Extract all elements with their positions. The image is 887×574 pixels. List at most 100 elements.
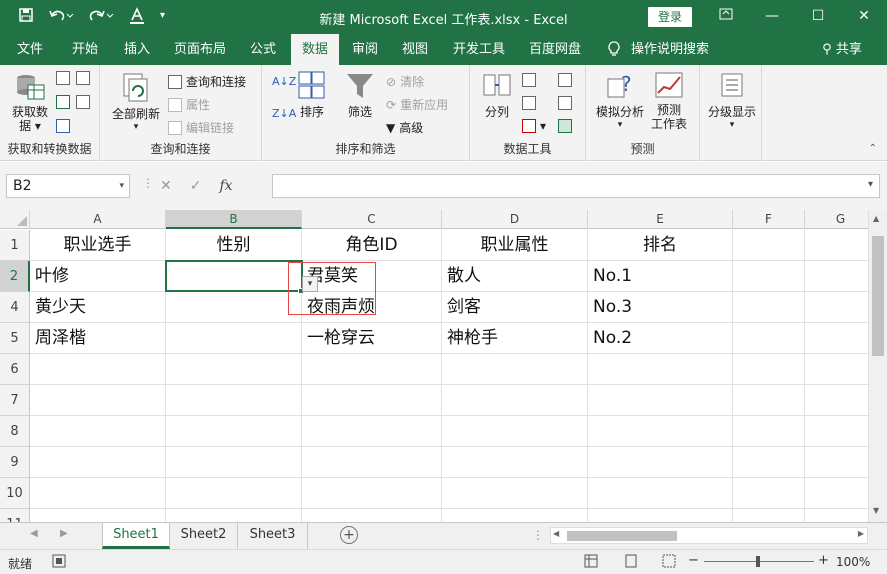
expand-formula-icon[interactable]: ▾ [868, 179, 873, 190]
zoom-level[interactable]: 100% [836, 555, 870, 569]
sheet-tab-sheet3[interactable]: Sheet3 [238, 523, 308, 549]
what-if-analysis-button[interactable]: ? 模拟分析 ▾ [592, 71, 648, 130]
cell-c10[interactable] [302, 478, 442, 509]
outline-button[interactable]: 分级显示 ▾ [704, 71, 760, 130]
cell-d8[interactable] [442, 416, 588, 447]
row-header[interactable]: 4 [0, 292, 30, 323]
forecast-sheet-button[interactable]: 预测 工作表 [648, 71, 690, 131]
cell-f1[interactable] [733, 230, 805, 261]
tab-formulas[interactable]: 公式 [240, 34, 286, 65]
properties-button[interactable]: 属性 [168, 96, 210, 113]
cell-a6[interactable] [30, 354, 166, 385]
cell-b8[interactable] [166, 416, 302, 447]
cell-f10[interactable] [733, 478, 805, 509]
normal-view-icon[interactable] [584, 554, 598, 571]
cell-e4[interactable]: No.3 [588, 292, 733, 323]
flash-fill-icon[interactable] [522, 73, 536, 87]
drag-handle-icon[interactable]: ⋮ [142, 176, 154, 190]
filter-button[interactable]: 筛选 [342, 71, 378, 120]
cell-d5[interactable]: 神枪手 [442, 323, 588, 354]
tab-data[interactable]: 数据 [291, 34, 339, 65]
row-header[interactable]: 2 [0, 261, 30, 292]
tab-review[interactable]: 审阅 [343, 34, 387, 65]
from-table-icon[interactable] [56, 119, 70, 133]
cell-f7[interactable] [733, 385, 805, 416]
tab-baidu-netdisk[interactable]: 百度网盘 [520, 34, 590, 65]
cell-c1[interactable]: 角色ID [302, 230, 442, 261]
row-header[interactable]: 8 [0, 416, 30, 447]
next-sheet-icon[interactable]: ▶ [60, 528, 68, 539]
cell-d9[interactable] [442, 447, 588, 478]
edit-links-button[interactable]: 编辑链接 [168, 119, 234, 136]
scroll-down-icon[interactable]: ▼ [873, 506, 879, 515]
cell-f9[interactable] [733, 447, 805, 478]
cell-e1[interactable]: 排名 [588, 230, 733, 261]
cell-d10[interactable] [442, 478, 588, 509]
cell-b5[interactable] [166, 323, 302, 354]
page-break-view-icon[interactable] [662, 554, 676, 571]
cell-f11[interactable] [733, 509, 805, 522]
sheet-tab-sheet1[interactable]: Sheet1 [102, 523, 170, 549]
cell-a5[interactable]: 周泽楷 [30, 323, 166, 354]
cell-a4[interactable]: 黄少天 [30, 292, 166, 323]
row-header[interactable]: 1 [0, 230, 30, 261]
collapse-ribbon-icon[interactable]: ⌃ [869, 143, 877, 154]
cell-e5[interactable]: No.2 [588, 323, 733, 354]
zoom-in-icon[interactable]: + [818, 553, 829, 568]
cell-g7[interactable] [805, 385, 877, 416]
cell-f4[interactable] [733, 292, 805, 323]
advanced-button[interactable]: ▼ 高级 [386, 119, 423, 136]
col-header-c[interactable]: C [302, 210, 442, 229]
cell-b10[interactable] [166, 478, 302, 509]
cell-g5[interactable] [805, 323, 877, 354]
cell-g2[interactable] [805, 261, 877, 292]
restore-ribbon-icon[interactable] [703, 0, 749, 34]
tell-me-search[interactable]: 操作说明搜索 [628, 34, 712, 65]
cell-a7[interactable] [30, 385, 166, 416]
scrollbar-thumb[interactable] [872, 236, 884, 356]
page-layout-view-icon[interactable] [624, 554, 638, 571]
hscroll-thumb[interactable] [567, 531, 677, 541]
relationships-icon[interactable] [558, 96, 572, 110]
cell-f8[interactable] [733, 416, 805, 447]
col-header-a[interactable]: A [30, 210, 166, 229]
row-header[interactable]: 5 [0, 323, 30, 354]
name-box[interactable]: B2 ▾ [6, 174, 130, 198]
existing-connections-icon[interactable] [76, 95, 90, 109]
cell-b11[interactable] [166, 509, 302, 522]
cell-g9[interactable] [805, 447, 877, 478]
cell-g10[interactable] [805, 478, 877, 509]
col-header-f[interactable]: F [733, 210, 805, 229]
cell-g8[interactable] [805, 416, 877, 447]
cell-e11[interactable] [588, 509, 733, 522]
col-header-e[interactable]: E [588, 210, 733, 229]
cell-f2[interactable] [733, 261, 805, 292]
prev-sheet-icon[interactable]: ◀ [30, 528, 38, 539]
sort-button[interactable]: 排序 [296, 71, 328, 120]
cell-d4[interactable]: 剑客 [442, 292, 588, 323]
macro-record-icon[interactable] [52, 554, 66, 571]
minimize-icon[interactable]: — [749, 0, 795, 34]
cell-e8[interactable] [588, 416, 733, 447]
cell-a11[interactable] [30, 509, 166, 522]
cell-b9[interactable] [166, 447, 302, 478]
col-header-g[interactable]: G [805, 210, 877, 229]
cancel-icon[interactable]: ✕ [160, 174, 172, 198]
cell-d11[interactable] [442, 509, 588, 522]
cell-g6[interactable] [805, 354, 877, 385]
manage-data-model-icon[interactable] [558, 119, 572, 133]
row-header[interactable]: 9 [0, 447, 30, 478]
cell-e2[interactable]: No.1 [588, 261, 733, 292]
refresh-all-button[interactable]: 全部刷新 ▾ [110, 71, 162, 132]
zoom-slider-thumb[interactable] [756, 556, 760, 567]
cell-c7[interactable] [302, 385, 442, 416]
remove-duplicates-icon[interactable] [522, 96, 536, 110]
scroll-up-icon[interactable]: ▲ [873, 214, 879, 223]
cell-e6[interactable] [588, 354, 733, 385]
chevron-down-icon[interactable]: ▾ [119, 175, 124, 197]
cell-b4[interactable] [166, 292, 302, 323]
cell-g11[interactable] [805, 509, 877, 522]
consolidate-icon[interactable] [558, 73, 572, 87]
cell-e7[interactable] [588, 385, 733, 416]
cell-d6[interactable] [442, 354, 588, 385]
